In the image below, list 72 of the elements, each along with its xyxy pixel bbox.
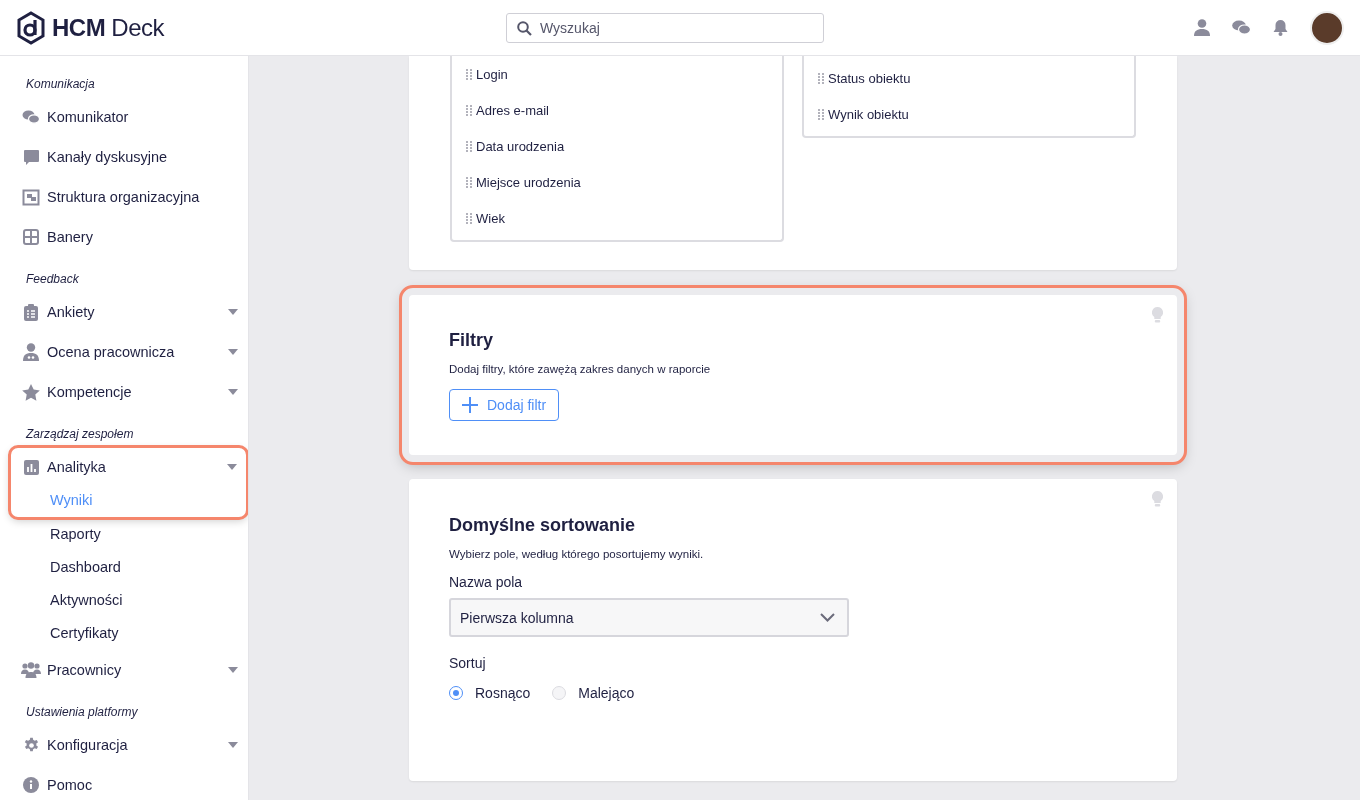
people-icon (21, 662, 41, 678)
section-label: Zarządzaj zespołem (24, 426, 135, 443)
card-title: Domyślne sortowanie (449, 514, 637, 536)
caret-icon (228, 742, 238, 748)
search-icon (517, 20, 532, 36)
radio-button[interactable] (449, 686, 463, 700)
field-label: Nazwa pola (449, 574, 524, 590)
user-avatar[interactable] (1310, 10, 1344, 45)
chat-bubbles-icon (22, 110, 40, 124)
field-item[interactable]: Wynik obiektu (818, 96, 1134, 132)
comment-icon (22, 148, 40, 166)
field-item[interactable]: Miejsce urodzenia (466, 164, 782, 200)
section-label: Ustawienia platformy (25, 704, 139, 721)
card-description: Dodaj filtry, które zawężą zakres danych w raporcie (449, 363, 712, 375)
radio-label[interactable]: Malejąco (578, 685, 635, 701)
caret-icon (228, 309, 238, 315)
drag-handle-icon[interactable] (466, 176, 472, 188)
drag-handle-icon[interactable] (818, 72, 824, 84)
nav-subitem[interactable]: Certyfikaty (0, 617, 248, 650)
caret-icon (227, 464, 237, 470)
settings-icon (22, 736, 40, 754)
drag-handle-icon[interactable] (818, 108, 824, 120)
radio-label[interactable]: Rosnąco (475, 685, 531, 701)
nav-item[interactable]: Analityka (10, 447, 247, 487)
drag-handle-icon[interactable] (466, 212, 472, 224)
drag-handle-icon[interactable] (466, 104, 472, 116)
app-logo-text: HCM Deck (52, 13, 164, 42)
bar-chart-icon (23, 459, 39, 475)
bell-icon[interactable] (1273, 19, 1288, 36)
caret-icon (228, 667, 238, 673)
drag-handle-icon[interactable] (466, 140, 472, 152)
grid-icon (23, 229, 39, 245)
nav-item[interactable]: Pracownicy (0, 650, 248, 690)
field-label: Sortuj (449, 655, 487, 671)
field-item[interactable]: Login (466, 56, 782, 92)
field-item[interactable]: Status obiektu (818, 60, 1134, 96)
nav-subitem[interactable]: Raporty (0, 518, 248, 551)
section-label: Feedback (25, 271, 80, 288)
chevron-down-icon (820, 613, 835, 622)
info-icon (23, 777, 39, 793)
lightbulb-icon[interactable] (1152, 307, 1163, 323)
search-field[interactable]: Wyszukaj (506, 12, 824, 43)
nav-subitem[interactable]: Aktywności (0, 584, 248, 617)
nav-item[interactable]: Ankiety (0, 292, 248, 332)
nav-item[interactable]: Kompetencje (0, 372, 248, 412)
plus-icon (462, 397, 478, 413)
nav-item[interactable]: Struktura organizacyjna (0, 177, 248, 217)
chat-bubbles-icon[interactable] (1232, 20, 1251, 35)
field-item[interactable]: Wiek (466, 200, 782, 236)
nav-subitem[interactable]: Dashboard (0, 551, 248, 584)
nav-item[interactable]: Konfiguracja (0, 725, 248, 765)
org-chart-icon (22, 188, 40, 206)
clipboard-icon (24, 303, 38, 321)
field-item[interactable]: Data urodzenia (466, 128, 782, 164)
card-description: Wybierz pole, według którego posortujemy wyniki. (449, 548, 705, 560)
nav-item[interactable]: Komunikator (0, 97, 248, 137)
nav-item[interactable]: Banery (0, 217, 248, 257)
nav-item[interactable]: Kanały dyskusyjne (0, 137, 248, 177)
star-icon (22, 383, 40, 401)
lightbulb-icon[interactable] (1152, 491, 1163, 507)
select-field[interactable]: Pierwsza kolumna (449, 598, 849, 637)
field-item[interactable]: Adres e-mail (466, 92, 782, 128)
person-icon (23, 343, 39, 361)
logo-icon (16, 10, 46, 45)
caret-icon (228, 389, 238, 395)
nav-item[interactable]: Ocena pracownicza (0, 332, 248, 372)
nav-item[interactable]: Pomoc (0, 765, 248, 800)
drag-handle-icon[interactable] (466, 68, 472, 80)
card-title: Filtry (449, 329, 494, 351)
section-label: Komunikacja (25, 76, 96, 93)
user-icon[interactable] (1194, 19, 1210, 36)
caret-icon (228, 349, 238, 355)
